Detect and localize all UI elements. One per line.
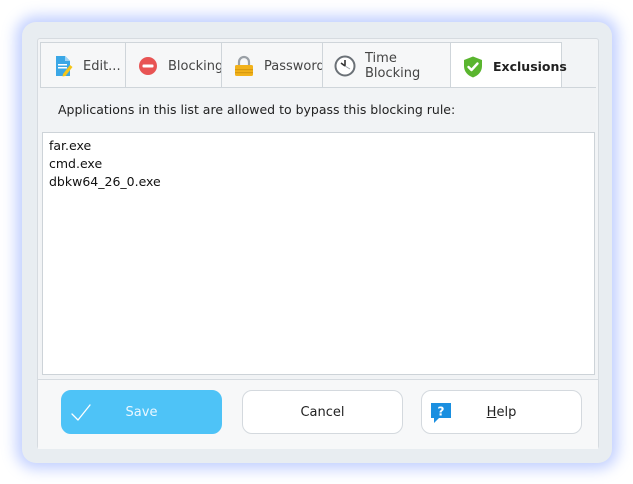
blocking-icon [136,54,160,78]
checkmark-icon [70,402,92,424]
list-item[interactable]: cmd.exe [49,155,588,173]
help-button[interactable]: ? Help [421,390,582,434]
tab-bar: Edit... Blocking Password Time Blocking … [40,42,567,89]
help-icon: ? [430,402,452,424]
tab-time-blocking[interactable]: Time Blocking [322,42,451,88]
tab-exclusions-label: Exclusions [493,59,567,74]
exclusions-list[interactable]: far.exe cmd.exe dbkw64_26_0.exe [42,132,595,375]
tab-blocking-label: Blocking [168,58,224,74]
exclusions-description: Applications in this list are allowed to… [58,102,456,117]
app-window: Edit... Blocking Password Time Blocking … [22,22,612,463]
tab-edit[interactable]: Edit... [40,42,126,88]
cancel-button[interactable]: Cancel [242,390,403,434]
list-item[interactable]: dbkw64_26_0.exe [49,173,588,191]
clock-icon [333,54,357,78]
tab-password-label: Password [264,58,325,74]
save-button-label: Save [125,404,158,420]
help-button-label: Help [486,404,517,420]
tab-exclusions[interactable]: Exclusions [450,42,567,89]
tab-password[interactable]: Password [221,42,325,88]
exclusions-content: Applications in this list are allowed to… [40,87,596,378]
svg-text:?: ? [438,405,445,419]
shield-check-icon [461,55,485,79]
tab-time-blocking-label: Time Blocking [365,51,421,81]
edit-icon [51,54,75,78]
save-button[interactable]: Save [61,390,222,434]
list-item[interactable]: far.exe [49,137,588,155]
padlock-icon [232,54,256,78]
rule-editor-panel: Edit... Blocking Password Time Blocking … [37,38,599,449]
button-bar: Save Cancel ? Help [38,379,598,449]
tab-edit-label: Edit... [83,58,121,74]
cancel-button-label: Cancel [300,404,345,420]
tab-blocking[interactable]: Blocking [125,42,224,88]
